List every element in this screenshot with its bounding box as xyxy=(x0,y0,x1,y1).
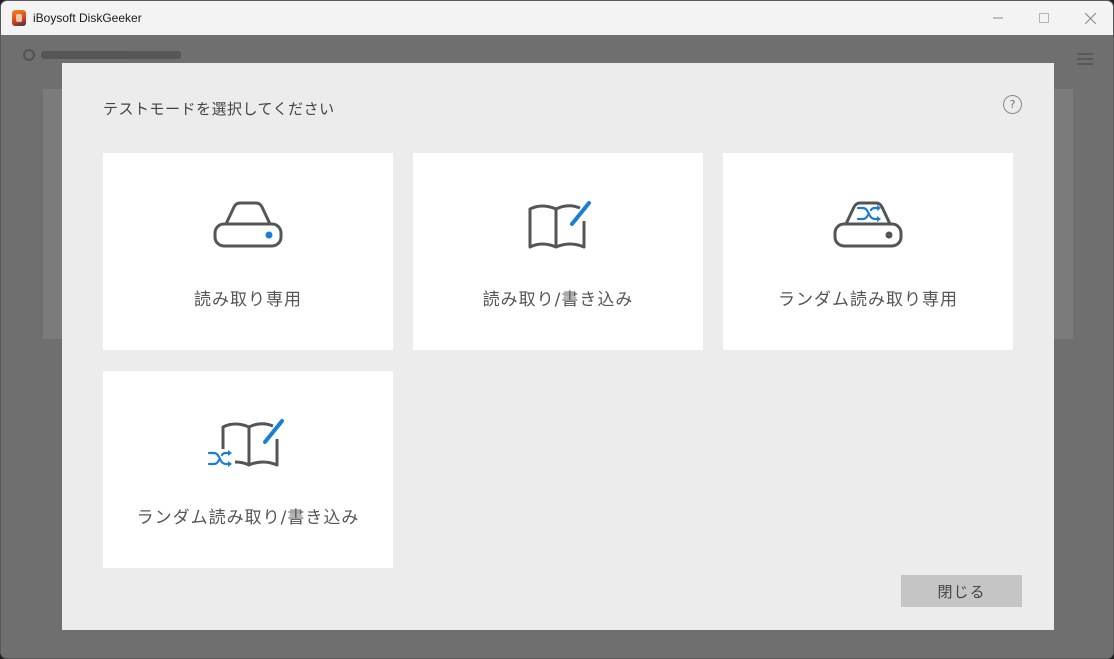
window-controls xyxy=(975,1,1113,35)
mode-card-random-read-write[interactable]: ランダム読み取り/書き込み xyxy=(103,371,393,568)
maximize-icon xyxy=(1039,13,1049,23)
app-window: iBoysoft DiskGeeker テストモードを選択してください ? 読み… xyxy=(0,0,1114,659)
title-bar: iBoysoft DiskGeeker xyxy=(1,1,1113,35)
test-mode-dialog: テストモードを選択してください ? 読み取り専用 読み取り/書き込み ランダム読… xyxy=(62,63,1054,630)
card-label: ランダム読み取り専用 xyxy=(778,290,958,310)
drive-icon xyxy=(213,201,283,248)
close-button[interactable] xyxy=(1067,1,1113,35)
help-icon: ? xyxy=(1009,98,1016,111)
background-breadcrumb xyxy=(23,49,181,61)
dialog-title: テストモードを選択してください xyxy=(103,100,335,118)
book-pen-shuffle-icon xyxy=(207,419,284,467)
menu-icon xyxy=(1077,53,1093,65)
home-icon xyxy=(23,49,35,61)
card-label: ランダム読み取り/書き込み xyxy=(136,508,360,528)
card-label: 読み取り/書き込み xyxy=(482,290,634,310)
mode-card-read-only[interactable]: 読み取り専用 xyxy=(103,153,393,350)
card-label: 読み取り専用 xyxy=(194,290,302,310)
window-title: iBoysoft DiskGeeker xyxy=(33,11,142,25)
app-logo-icon xyxy=(12,10,26,26)
minimize-button[interactable] xyxy=(975,1,1021,35)
book-pen-icon xyxy=(528,201,591,249)
drive-shuffle-icon xyxy=(833,201,903,248)
breadcrumb-placeholder xyxy=(41,51,181,59)
minimize-icon xyxy=(993,17,1003,19)
help-button[interactable]: ? xyxy=(1003,95,1022,114)
close-dialog-button[interactable]: 閉じる xyxy=(901,575,1022,607)
mode-card-read-write[interactable]: 読み取り/書き込み xyxy=(413,153,703,350)
mode-card-random-read-only[interactable]: ランダム読み取り専用 xyxy=(723,153,1013,350)
maximize-button[interactable] xyxy=(1021,1,1067,35)
close-icon xyxy=(1084,12,1096,24)
